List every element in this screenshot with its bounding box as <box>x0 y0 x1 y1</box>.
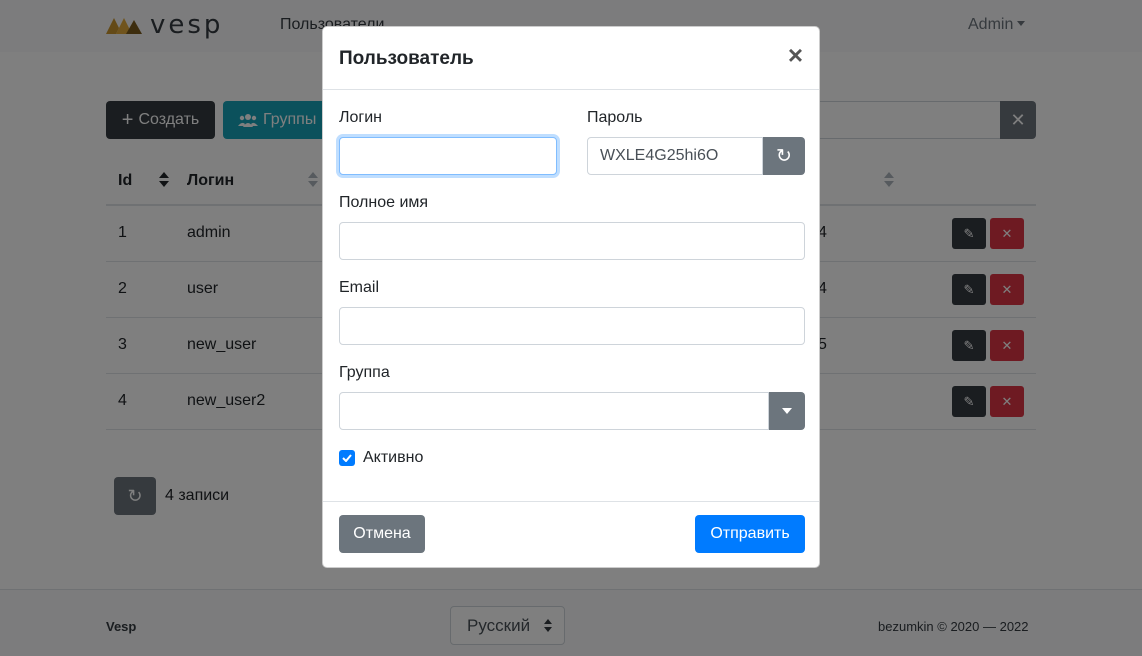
refresh-icon: ↻ <box>776 145 792 167</box>
chevron-down-icon <box>782 408 792 414</box>
modal-title: Пользователь <box>339 48 474 69</box>
active-checkbox[interactable] <box>339 450 355 466</box>
regenerate-password-button[interactable]: ↻ <box>763 137 805 175</box>
group-label: Группа <box>339 364 390 381</box>
email-field[interactable] <box>339 307 805 345</box>
modal-footer: Отмена Отправить <box>323 501 819 568</box>
group-dropdown-button[interactable] <box>769 392 805 430</box>
login-label: Логин <box>339 109 383 126</box>
login-field[interactable] <box>339 137 557 175</box>
fullname-label: Полное имя <box>339 194 429 211</box>
active-label[interactable]: Активно <box>363 449 423 467</box>
password-field[interactable]: WXLE4G25hi6O <box>587 137 763 175</box>
cancel-button[interactable]: Отмена <box>339 515 425 553</box>
group-select[interactable] <box>339 392 769 430</box>
close-button[interactable]: × <box>788 42 803 68</box>
password-label: Пароль <box>587 109 643 126</box>
fullname-field[interactable] <box>339 222 805 260</box>
modal-header: Пользователь × <box>323 27 819 90</box>
check-icon <box>342 454 352 462</box>
email-label: Email <box>339 279 380 296</box>
user-modal: Пользователь × Логин Пароль WXLE4G25hi6O… <box>322 26 820 568</box>
submit-button[interactable]: Отправить <box>695 515 805 553</box>
